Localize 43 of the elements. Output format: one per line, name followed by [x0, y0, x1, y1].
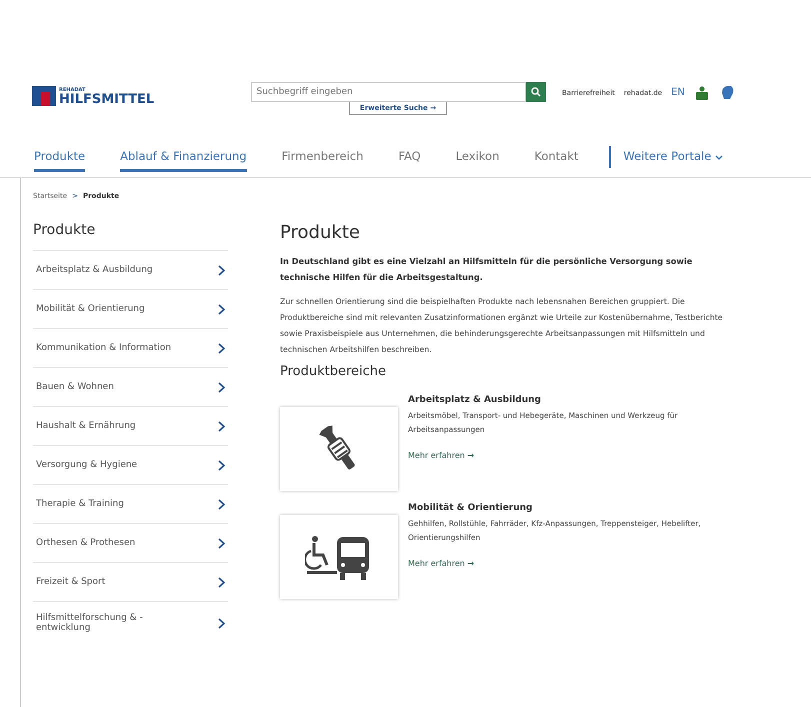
logo-icon: [32, 86, 56, 106]
chevron-icon: [218, 538, 225, 548]
sidebar-item[interactable]: Versorgung & Hygiene: [33, 445, 228, 484]
sidebar-title: Produkte: [33, 222, 96, 238]
sidebar-item[interactable]: Hilfsmittelforschung & -entwicklung: [33, 601, 228, 644]
product-area-title: Mobilität & Orientierung: [408, 502, 534, 513]
search-button[interactable]: [526, 82, 546, 102]
nav-tab[interactable]: Produkte: [34, 142, 86, 172]
page-title: Produkte: [280, 222, 361, 243]
sidebar-item[interactable]: Therapie & Training: [33, 484, 228, 523]
sidebar-item[interactable]: Haushalt & Ernährung: [33, 406, 228, 445]
chevron-icon: [218, 382, 225, 392]
sidebar-item[interactable]: Arbeitsplatz & Ausbildung: [33, 250, 228, 289]
search-field[interactable]: Suchbegriff eingeben: [250, 82, 526, 102]
section-title: Produktbereiche: [280, 364, 388, 379]
chevron-icon: [218, 498, 225, 510]
sidebar-item[interactable]: Orthesen & Prothesen: [33, 523, 228, 562]
search-icon: [530, 87, 540, 97]
nav-tab[interactable]: Lexikon: [456, 142, 500, 172]
chevron-icon: [218, 460, 225, 470]
nav-tab[interactable]: FAQ: [398, 142, 421, 172]
chevron-down-icon: [714, 154, 723, 160]
product-area-title: Arbeitsplatz & Ausbildung: [408, 394, 542, 405]
learn-more-link[interactable]: Mehr erfahren →: [408, 559, 474, 568]
chevron-icon: [218, 618, 225, 628]
nav-tab[interactable]: Firmenbereich: [282, 142, 364, 172]
sidebar-item[interactable]: Bauen & Wohnen: [33, 367, 228, 406]
language-link[interactable]: EN: [671, 87, 685, 98]
chevron-icon: [218, 264, 225, 276]
learn-more-link[interactable]: Mehr erfahren →: [408, 451, 474, 460]
logo-text: HILFSMITTEL: [59, 93, 154, 106]
sidebar-item[interactable]: Freizeit & Sport: [33, 562, 228, 601]
people-icon[interactable]: [694, 86, 710, 100]
chevron-icon: [218, 576, 225, 588]
nav-tab[interactable]: Kontakt: [534, 142, 578, 172]
nav-tab[interactable]: Ablauf & Finanzierung: [120, 142, 247, 172]
sidebar-item[interactable]: Kommunikation & Information: [33, 328, 228, 367]
chevron-icon: [218, 342, 225, 354]
chevron-icon: [218, 304, 225, 314]
more-portals-menu[interactable]: Weitere Portale: [623, 142, 723, 172]
sidebar-item[interactable]: Mobilität & Orientierung: [33, 289, 228, 328]
chevron-icon: [218, 420, 225, 432]
lead-paragraph: In Deutschland gibt es eine Vielzahl an Hilfsmitteln für die persönliche Versorgung sowie technische Hilfen für die Arbeitsgestaltung.: [280, 255, 694, 284]
